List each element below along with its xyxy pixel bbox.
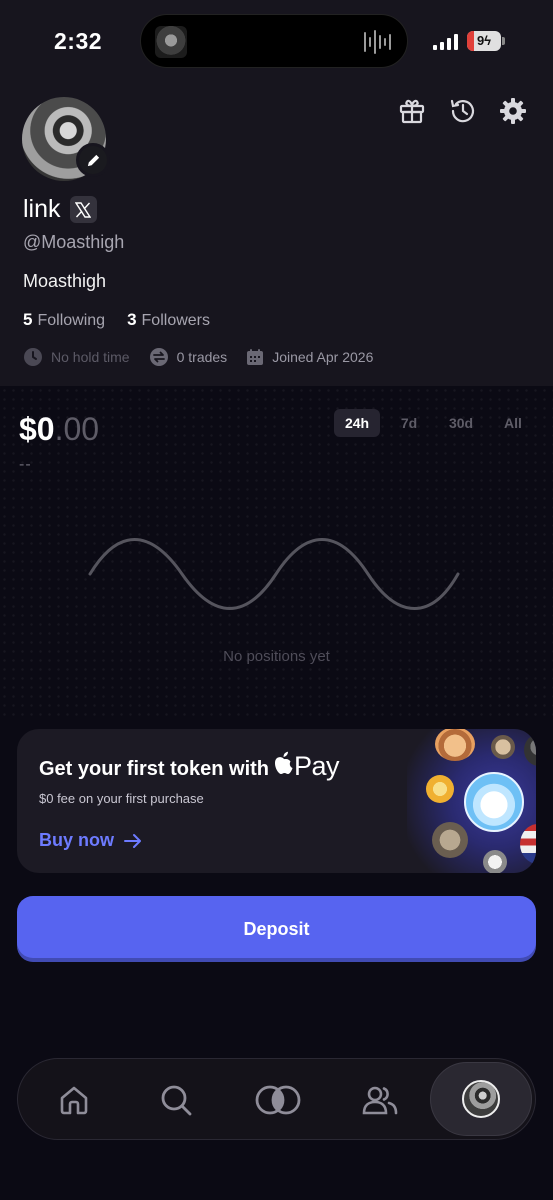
nav-home[interactable] [39,1059,109,1141]
empty-positions-text: No positions yet [223,648,330,665]
promo-title-text: Get your first token with [39,758,270,780]
profile-header: link @Moasthigh Moasthigh 5 Following 3 Fo… [0,84,553,386]
balance-cents: .00 [54,411,100,447]
display-name: link [23,195,61,223]
followers-link[interactable]: 3 Followers [127,310,210,330]
gift-button[interactable] [395,94,429,128]
battery-indicator: 9ϟ [467,31,505,51]
token-flag-image [520,824,536,864]
token-penguin-image [464,772,524,832]
empty-state-wave-icon [88,538,460,610]
tab-7d[interactable]: 7d [386,409,432,437]
profile-meta: No hold time 0 trades Joined Apr 2026 [23,347,392,367]
clock-icon [24,348,42,366]
portfolio-balance: $0.00 [19,411,99,448]
trades-text: 0 trades [176,349,228,365]
token-collage-image [407,729,536,873]
portfolio-chart-area: $0.00 -- 24h 7d 30d All No positions yet [0,386,553,716]
token-dog-hat-image [435,729,475,761]
audio-wave-icon [364,30,391,54]
search-icon [161,1085,192,1116]
home-icon [60,1086,88,1115]
balance-dollars: $0 [19,411,55,447]
followers-count: 3 [127,310,137,329]
token-cat-peek-image [432,822,468,858]
apple-pay-promo-card[interactable]: Get your first token with Pay $0 fee on … [17,729,536,873]
bio-text: Moasthigh [23,271,107,291]
community-icon [362,1086,398,1115]
dynamic-island[interactable] [140,14,408,68]
time-range-tabs: 24h 7d 30d All [334,409,536,437]
name-row: link [23,195,97,224]
pay-text: Pay [294,751,340,781]
buy-now-label: Buy now [39,830,114,850]
apple-pay-logo: Pay [273,751,340,782]
x-logo-icon [75,201,92,218]
buy-now-link[interactable]: Buy now [39,830,142,851]
nav-community[interactable] [345,1059,415,1141]
history-button[interactable] [446,94,480,128]
followers-label: Followers [141,312,210,329]
token-ghost-image [483,850,507,873]
tab-24h[interactable]: 24h [334,409,380,437]
tab-30d[interactable]: 30d [438,409,484,437]
joined-text: Joined Apr 2026 [272,349,374,365]
following-label: Following [37,312,106,329]
token-cheems-image [426,775,454,803]
trades-stat: 0 trades [149,347,228,367]
hold-time-text: No hold time [51,349,130,365]
tab-all[interactable]: All [490,409,536,437]
gift-icon [399,99,425,124]
hold-time-stat: No hold time [23,347,130,367]
now-playing-thumbnail [155,26,187,58]
pencil-icon [87,154,99,166]
apple-logo-icon [275,751,293,774]
arrow-right-icon [124,833,141,848]
promo-title: Get your first token with Pay [39,751,340,782]
nav-profile[interactable] [430,1062,532,1136]
balance-change: -- [19,456,32,473]
trade-icon [255,1085,301,1115]
token-cat-image [491,735,515,759]
status-time: 2:32 [54,28,103,54]
promo-subtitle: $0 fee on your first purchase [39,791,204,806]
nav-trade[interactable] [243,1059,313,1141]
following-count: 5 [23,310,33,329]
history-icon [450,99,475,123]
follow-stats: 5 Following 3 Followers [23,310,210,330]
joined-stat: Joined Apr 2026 [246,348,373,366]
calendar-icon [247,349,264,365]
profile-avatar [462,1080,500,1118]
x-link-button[interactable] [69,196,97,223]
swap-icon [149,348,168,366]
edit-avatar-button[interactable] [76,143,110,177]
bottom-navigation [17,1058,536,1140]
following-link[interactable]: 5 Following [23,310,105,330]
gear-icon [500,98,526,124]
deposit-button[interactable]: Deposit [17,896,536,962]
charging-bolt-icon: ϟ [484,33,492,48]
username-handle: @Moasthigh [23,232,125,252]
status-bar: 2:32 9ϟ [0,0,553,84]
settings-button[interactable] [496,94,530,128]
cellular-signal-icon [433,34,458,50]
nav-search[interactable] [141,1059,211,1141]
token-portrait-image [524,734,536,766]
